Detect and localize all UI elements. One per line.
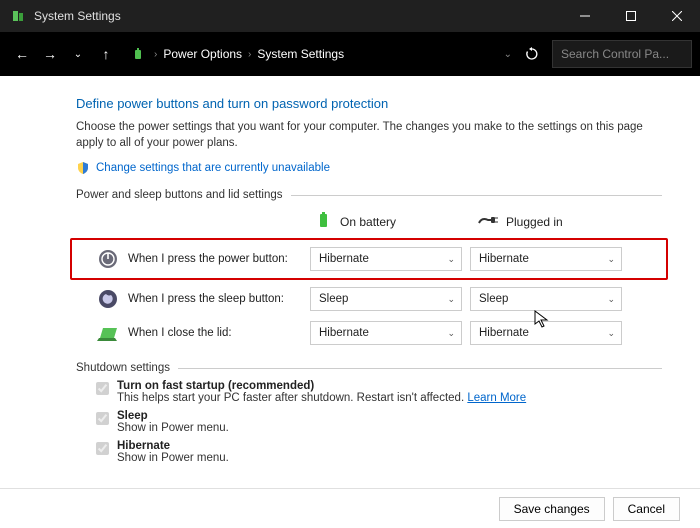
- power-button-plugged-select[interactable]: Hibernate⌄: [470, 247, 622, 271]
- close-button[interactable]: [654, 0, 700, 32]
- recent-dropdown[interactable]: ⌄: [64, 40, 92, 68]
- hibernate-item: Hibernate Show in Power menu.: [96, 440, 662, 464]
- breadcrumb[interactable]: › Power Options › System Settings ⌄: [130, 45, 512, 63]
- minimize-button[interactable]: [562, 0, 608, 32]
- row-sleep-button: When I press the sleep button: Sleep⌄ Sl…: [76, 284, 662, 314]
- forward-button[interactable]: →: [36, 40, 64, 68]
- chevron-down-icon: ⌄: [447, 294, 455, 305]
- up-button[interactable]: ↑: [92, 40, 120, 68]
- save-button[interactable]: Save changes: [499, 497, 605, 521]
- battery-icon: [316, 211, 332, 232]
- cancel-button[interactable]: Cancel: [613, 497, 680, 521]
- chevron-down-icon: ⌄: [607, 254, 615, 265]
- breadcrumb-seg-1[interactable]: Power Options: [163, 47, 242, 61]
- content-pane: Define power buttons and turn on passwor…: [0, 76, 700, 488]
- col-plugged: Plugged in: [476, 211, 636, 232]
- back-button[interactable]: ←: [8, 40, 36, 68]
- section-power-label: Power and sleep buttons and lid settings: [76, 189, 662, 201]
- maximize-button[interactable]: [608, 0, 654, 32]
- window-title: System Settings: [34, 9, 562, 23]
- chevron-right-icon: ›: [154, 49, 157, 60]
- lid-plugged-select[interactable]: Hibernate⌄: [470, 321, 622, 345]
- chevron-down-icon: ⌄: [447, 254, 455, 265]
- breadcrumb-seg-2[interactable]: System Settings: [257, 47, 344, 61]
- titlebar: System Settings: [0, 0, 700, 32]
- learn-more-link[interactable]: Learn More: [467, 392, 526, 404]
- change-settings-link[interactable]: Change settings that are currently unava…: [96, 162, 330, 174]
- row-close-lid: When I close the lid: Hibernate⌄ Hiberna…: [76, 318, 662, 348]
- search-input[interactable]: Search Control Pa...: [552, 40, 692, 68]
- power-button-icon: [96, 249, 120, 269]
- lid-battery-select[interactable]: Hibernate⌄: [310, 321, 462, 345]
- power-button-battery-select[interactable]: Hibernate⌄: [310, 247, 462, 271]
- chevron-down-icon[interactable]: ⌄: [504, 49, 512, 60]
- sleep-item: Sleep Show in Power menu.: [96, 410, 662, 434]
- battery-icon: [130, 45, 148, 63]
- col-battery: On battery: [316, 211, 476, 232]
- sleep-button-battery-select[interactable]: Sleep⌄: [310, 287, 462, 311]
- page-heading: Define power buttons and turn on passwor…: [76, 96, 662, 111]
- row-power-button: When I press the power button: Hibernate…: [70, 238, 668, 280]
- section-shutdown-label: Shutdown settings: [76, 362, 662, 374]
- toolbar: ← → ⌄ ↑ › Power Options › System Setting…: [0, 32, 700, 76]
- lid-icon: [96, 323, 120, 343]
- fast-startup-checkbox: [96, 382, 109, 395]
- sleep-checkbox: [96, 412, 109, 425]
- footer: Save changes Cancel: [0, 488, 700, 528]
- refresh-button[interactable]: [518, 40, 546, 68]
- chevron-down-icon: ⌄: [607, 328, 615, 339]
- app-icon: [10, 8, 26, 24]
- plug-icon: [476, 213, 498, 230]
- sleep-button-icon: [96, 289, 120, 309]
- chevron-down-icon: ⌄: [447, 328, 455, 339]
- chevron-right-icon: ›: [248, 49, 251, 60]
- page-description: Choose the power settings that you want …: [76, 119, 662, 151]
- fast-startup-item: Turn on fast startup (recommended) This …: [96, 380, 662, 404]
- sleep-button-plugged-select[interactable]: Sleep⌄: [470, 287, 622, 311]
- chevron-down-icon: ⌄: [607, 294, 615, 305]
- shield-icon: [76, 161, 90, 175]
- hibernate-checkbox: [96, 442, 109, 455]
